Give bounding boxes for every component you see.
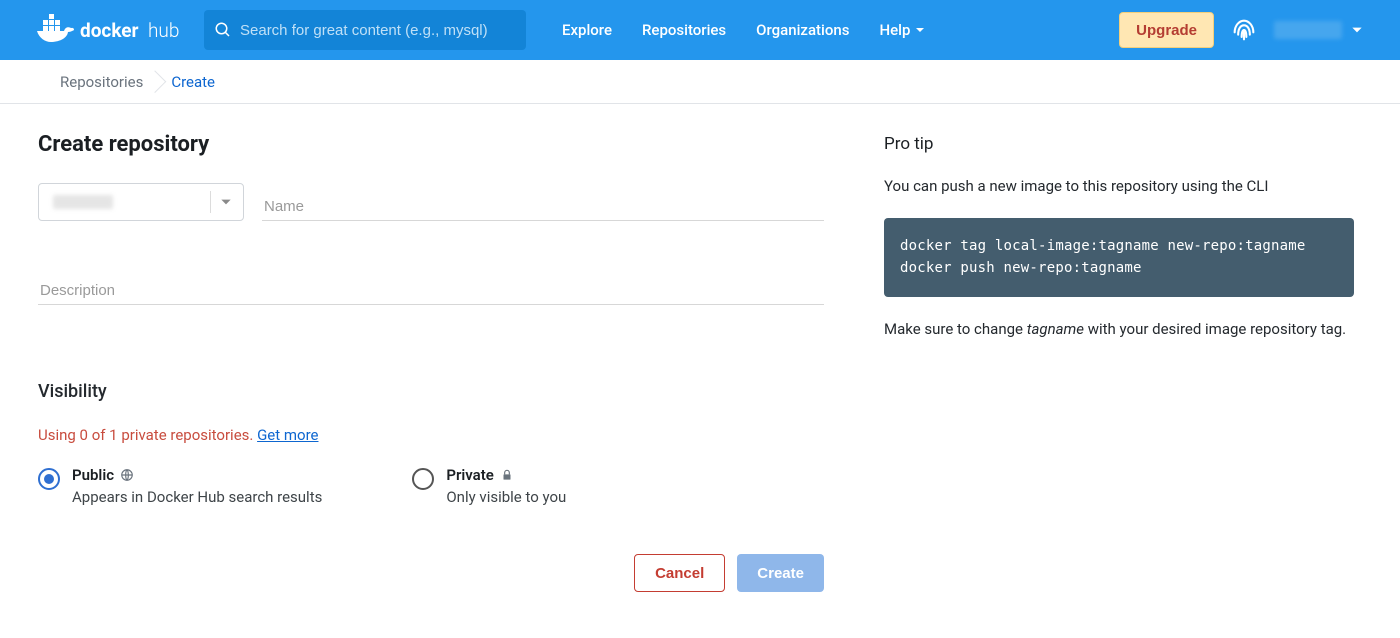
private-label: Private (446, 466, 494, 484)
brand-docker: docker (80, 19, 139, 42)
fingerprint-icon[interactable] (1228, 14, 1260, 46)
brand-hub: hub (148, 19, 179, 42)
page-title: Create repository (38, 132, 824, 157)
public-desc: Appears in Docker Hub search results (72, 488, 322, 506)
username-redacted (1274, 21, 1342, 39)
private-desc: Only visible to you (446, 488, 566, 506)
search-container[interactable] (204, 10, 526, 50)
public-label: Public (72, 466, 114, 484)
private-usage-text: Using 0 of 1 private repositories. Get m… (38, 426, 824, 444)
namespace-select[interactable] (38, 183, 244, 221)
globe-icon (120, 468, 134, 482)
repo-name-input[interactable] (262, 183, 824, 221)
cancel-button[interactable]: Cancel (634, 554, 725, 592)
search-icon (214, 21, 232, 39)
chevron-down-icon (914, 24, 926, 36)
upgrade-button[interactable]: Upgrade (1119, 12, 1214, 48)
lock-icon (500, 468, 514, 482)
protip-title: Pro tip (884, 134, 1354, 154)
user-menu[interactable] (1274, 21, 1364, 39)
namespace-redacted (53, 195, 113, 209)
nav-help[interactable]: Help (879, 21, 926, 39)
crumb-repositories[interactable]: Repositories (46, 73, 157, 91)
visibility-heading: Visibility (38, 381, 824, 402)
visibility-public-radio[interactable] (38, 468, 60, 490)
nav-explore[interactable]: Explore (562, 21, 612, 39)
nav-organizations[interactable]: Organizations (756, 21, 849, 39)
description-input[interactable] (38, 267, 824, 305)
nav-repositories[interactable]: Repositories (642, 21, 726, 39)
breadcrumb: Repositories Create (0, 60, 1400, 104)
search-input[interactable] (240, 22, 516, 39)
create-button[interactable]: Create (737, 554, 824, 592)
visibility-private-radio[interactable] (412, 468, 434, 490)
protip-note: Make sure to change tagname with your de… (884, 317, 1354, 341)
chevron-down-icon (1350, 23, 1364, 37)
crumb-create[interactable]: Create (157, 73, 229, 91)
get-more-link[interactable]: Get more (257, 426, 318, 444)
chevron-down-icon (219, 195, 233, 209)
protip-code: docker tag local-image:tagname new-repo:… (884, 218, 1354, 297)
protip-intro: You can push a new image to this reposit… (884, 174, 1354, 198)
dockerhub-logo[interactable]: docker hub (36, 12, 184, 48)
